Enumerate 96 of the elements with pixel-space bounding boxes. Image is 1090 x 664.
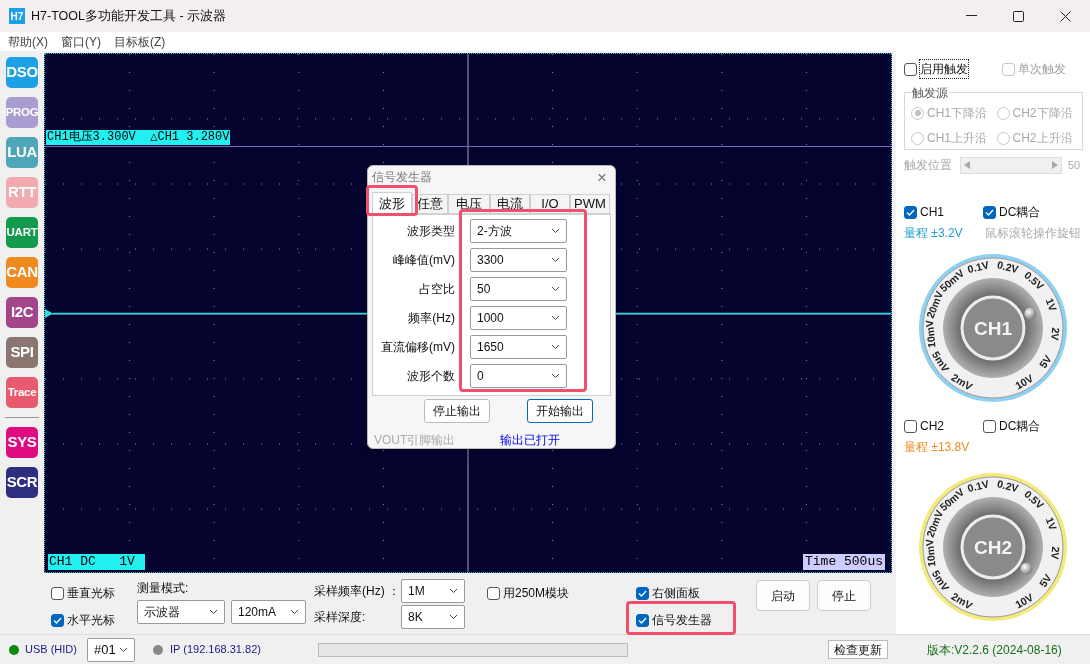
trigger-position-label: 触发位置 xyxy=(904,157,953,174)
field-label: 波形类型 xyxy=(406,223,455,240)
sidebar-button[interactable]: SYS xyxy=(6,427,38,458)
timebase-readout: Time 500us xyxy=(803,554,885,570)
window-title: H7-TOOL多功能开发工具 - 示波器 xyxy=(31,7,227,25)
dropdown[interactable]: #01 xyxy=(87,637,135,662)
checkbox[interactable] xyxy=(983,419,996,433)
chevron-down-icon xyxy=(551,257,560,263)
control-button[interactable]: 停止 xyxy=(817,580,871,611)
sidebar-button[interactable]: UART xyxy=(6,217,38,248)
dropdown[interactable]: 120mA xyxy=(231,600,306,624)
checkbox[interactable] xyxy=(904,62,917,76)
dialog-title: 信号发生器 xyxy=(372,169,432,186)
usb-status: USB (HID) xyxy=(25,642,78,658)
app-logo: H7 xyxy=(9,8,25,24)
range-readout: 量程 ±3.2V xyxy=(904,225,964,242)
control-button[interactable]: 启动 xyxy=(756,580,810,611)
dropdown[interactable]: 1650 xyxy=(470,335,567,359)
chevron-down-icon xyxy=(290,609,299,615)
menu-item[interactable]: 目标板(Z) xyxy=(114,32,166,51)
checkbox-label[interactable]: 信号发生器 xyxy=(652,611,712,629)
dialog-button[interactable]: 开始输出 xyxy=(527,399,593,423)
dropdown[interactable]: 1000 xyxy=(470,306,567,330)
knob-hint: 鼠标滚轮操作旋钮 xyxy=(985,225,1081,242)
checkbox[interactable] xyxy=(636,613,649,627)
pin-note: VOUT引脚输出 xyxy=(374,432,457,449)
checkbox[interactable] xyxy=(487,586,500,600)
channel-readout: CH1 DC 1V xyxy=(48,554,145,570)
tab[interactable]: 任意 xyxy=(412,194,448,214)
checkbox-label[interactable]: CH2 xyxy=(920,417,944,435)
checkbox[interactable] xyxy=(51,613,64,627)
output-status: 输出已打开 xyxy=(500,432,560,449)
dropdown[interactable]: 1M xyxy=(401,579,465,603)
maximize-icon[interactable] xyxy=(1013,10,1024,22)
tab[interactable]: 电流 xyxy=(490,194,530,214)
radio-button[interactable] xyxy=(996,106,1010,120)
chevron-down-icon xyxy=(119,646,128,653)
tab[interactable]: I/O xyxy=(530,194,570,214)
checkbox-label[interactable]: DC耦合 xyxy=(999,203,1041,221)
chevron-down-icon xyxy=(551,228,560,234)
sample-rate-label: 采样频率(Hz) ： xyxy=(314,583,401,600)
field-label: 峰峰值(mV) xyxy=(392,252,455,269)
sample-depth-label: 采样深度: xyxy=(314,609,367,626)
dropdown[interactable]: 50 xyxy=(470,277,567,301)
chevron-down-icon xyxy=(449,588,458,594)
field-label: 占空比 xyxy=(418,281,455,298)
field-label: 频率(Hz) xyxy=(407,310,455,327)
dropdown[interactable]: 2-方波 xyxy=(470,219,567,243)
ip-status: IP (192.168.31.82) xyxy=(170,642,262,658)
checkbox[interactable] xyxy=(636,586,649,600)
trace-marker-icon[interactable] xyxy=(45,309,53,318)
menu-item[interactable]: 窗口(Y) xyxy=(61,32,101,51)
radio-button[interactable] xyxy=(911,106,924,120)
dialog-button[interactable]: 停止输出 xyxy=(424,399,490,423)
chevron-down-icon xyxy=(449,614,458,620)
chevron-down-icon xyxy=(209,609,218,615)
checkbox-label[interactable]: 垂直光标 xyxy=(67,584,115,602)
dropdown[interactable]: 3300 xyxy=(470,248,567,272)
radio-button[interactable] xyxy=(996,131,1010,145)
field-label: 直流偏移(mV) xyxy=(380,339,455,356)
checkbox-label[interactable]: 右侧面板 xyxy=(652,584,700,602)
tab[interactable]: PWM xyxy=(570,194,610,214)
chevron-down-icon xyxy=(551,344,560,350)
checkbox[interactable] xyxy=(983,205,996,219)
checkbox[interactable] xyxy=(904,205,917,219)
sidebar-button[interactable]: SPI xyxy=(6,337,38,368)
minimize-icon[interactable] xyxy=(966,15,977,17)
checkbox-label[interactable]: 启用触发 xyxy=(920,60,968,78)
trigger-position-value: 50 xyxy=(1068,157,1081,173)
chevron-down-icon xyxy=(551,286,560,292)
measure-mode-label: 测量模式: xyxy=(137,580,190,597)
dropdown[interactable]: 0 xyxy=(470,364,567,388)
tab[interactable]: 电压 xyxy=(448,194,490,214)
check-update-button[interactable]: 检查更新 xyxy=(828,640,888,659)
close-icon[interactable] xyxy=(1060,10,1071,22)
cursor-readout: CH1电压3.300V △CH1 3.280V xyxy=(46,130,231,145)
chevron-down-icon xyxy=(551,373,560,379)
sidebar-button[interactable]: I2C xyxy=(6,297,38,328)
checkbox-label[interactable]: DC耦合 xyxy=(999,417,1041,435)
checkbox-label[interactable]: 水平光标 xyxy=(67,611,115,629)
checkbox-label[interactable]: CH1 xyxy=(920,203,944,221)
menu-item[interactable]: 帮助(X) xyxy=(8,32,48,51)
checkbox[interactable] xyxy=(904,419,917,433)
radio-button[interactable] xyxy=(911,131,924,145)
range-readout: 量程 ±13.8V xyxy=(904,439,971,456)
sidebar-button[interactable]: SCR xyxy=(6,467,38,498)
tab[interactable]: 波形 xyxy=(372,192,412,214)
checkbox-label[interactable]: 用250M模块 xyxy=(503,584,570,602)
version-label: 版本:V2.2.6 (2024-08-16) xyxy=(927,641,1062,659)
close-button[interactable]: × xyxy=(597,168,607,186)
checkbox[interactable] xyxy=(51,586,64,600)
field-label: 波形个数 xyxy=(406,368,455,385)
dropdown[interactable]: 8K xyxy=(401,605,465,629)
chevron-down-icon xyxy=(551,315,560,321)
dropdown[interactable]: 示波器 xyxy=(137,600,225,624)
group-title: 触发源 xyxy=(911,84,949,102)
